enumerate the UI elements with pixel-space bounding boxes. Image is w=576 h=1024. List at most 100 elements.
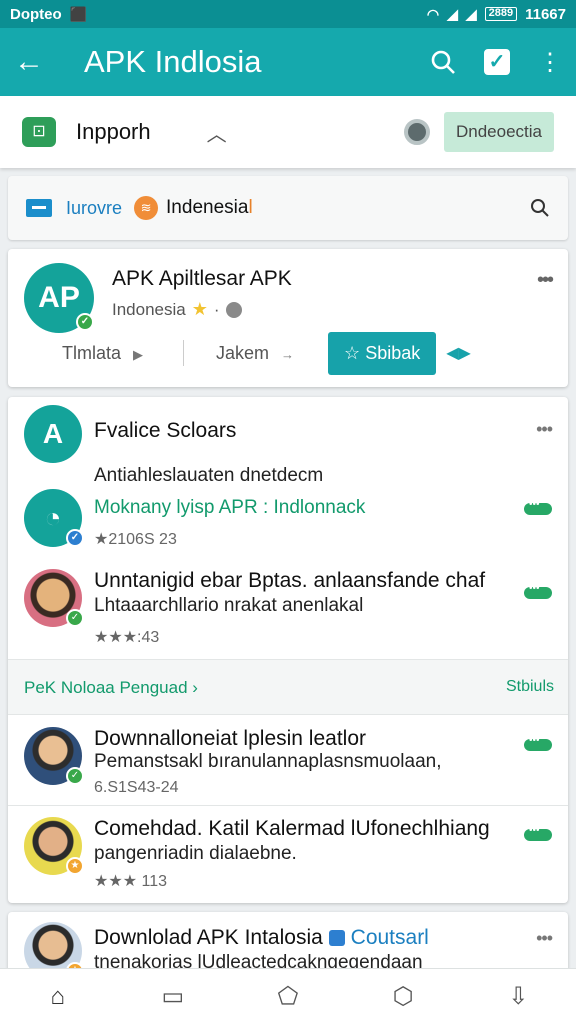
list-item[interactable]: ◔✓ Moknany lyisp APR : Indlonnack ★2106S…: [8, 489, 568, 559]
arrow-right-icon: →: [281, 346, 295, 362]
list-item[interactable]: ✓ Downnalloneiat lplesin leatlor Pemanst…: [8, 727, 568, 803]
card-icon: [26, 199, 52, 217]
more-options-icon[interactable]: [524, 735, 552, 751]
avatar: A: [24, 405, 82, 463]
tab-tlmlata[interactable]: Tlmlata ▶: [62, 343, 143, 364]
camera-icon[interactable]: [403, 119, 430, 145]
list-item-meta: 6.S1S43-24: [94, 779, 179, 796]
app-title: APK Apiltlesar APK: [112, 267, 292, 290]
list-item-title: Downlolad APK Intalosia Coutsarl: [94, 926, 429, 950]
chevron-up-icon[interactable]: ︿: [207, 118, 227, 147]
app-logo: AP ✓: [24, 263, 94, 333]
avatar: ✓: [24, 727, 84, 785]
app-list-card-partial: ★ Downlolad APK Intalosia Coutsarl ••• t…: [8, 912, 568, 972]
status-time: 11667: [525, 5, 566, 23]
verified-icon: [328, 930, 345, 946]
bottom-nav: ⌂ ▭ ⬠ ⬡ ⇩: [0, 968, 576, 1024]
section-link[interactable]: PeK Noloaa Penguad ›: [24, 678, 198, 698]
tab-jakem-label: Jakem: [216, 342, 270, 363]
more-options-icon[interactable]: •••: [537, 269, 554, 292]
battery-icon: 2889: [484, 7, 518, 21]
badge-icon: ✓: [66, 609, 84, 627]
subscribe-button[interactable]: ☆ Sbibak: [328, 331, 437, 375]
status-left-text: Dopteo: [10, 5, 62, 23]
tab-jakem[interactable]: Jakem →: [216, 343, 294, 364]
search-text-1: Iurovre: [66, 197, 123, 218]
more-options-icon[interactable]: [524, 583, 552, 599]
search-icon[interactable]: [430, 49, 456, 75]
list-item-line: Lhtaaarchllario nrakat anenlakal: [94, 595, 364, 616]
list-item-title: Moknany lyisp APR : Indlonnack: [94, 497, 366, 518]
share-icon[interactable]: ◀▶: [446, 343, 471, 363]
app-hero-card: AP ✓ APK Apiltlesar APK Indonesia ★ · ••…: [8, 249, 568, 387]
list-item-tag: Coutsarl: [350, 926, 429, 949]
avatar: ★: [24, 922, 84, 972]
list-item[interactable]: ✓ Unntanigid ebar Bptas. anlaansfande ch…: [8, 569, 568, 649]
divider: [8, 805, 568, 806]
list-item-meta: ★2106S 23: [94, 531, 177, 548]
search-icon[interactable]: [530, 198, 550, 218]
checkbox-icon[interactable]: ✓: [484, 49, 510, 75]
list-item-title: Fvalice Scloars: [94, 419, 237, 442]
list-item-meta: ★★★:43: [94, 629, 160, 646]
more-vert-icon[interactable]: ⋮: [538, 48, 562, 77]
notification-icon: ⬛: [69, 5, 88, 22]
tab-tlmlata-label: Tlmlata: [62, 342, 122, 363]
avatar: ◔ ✓: [24, 489, 84, 547]
filter-label[interactable]: Inpporh: [76, 119, 151, 145]
page-title: APK Indlosia: [84, 44, 262, 79]
square-icon[interactable]: ▭: [153, 982, 193, 1011]
signal-icon: ◢: [447, 5, 458, 22]
list-item[interactable]: ★ Downlolad APK Intalosia Coutsarl ••• t…: [8, 922, 568, 972]
badge-icon: ✓: [66, 767, 84, 785]
language-button[interactable]: Dndeoectia: [443, 112, 554, 152]
list-item-line: Antiahleslauaten dnetdecm: [94, 465, 324, 486]
dot-separator: ·: [213, 299, 220, 319]
info-icon: [225, 301, 242, 318]
inbox-icon[interactable]: ⇩: [498, 982, 538, 1011]
divider: [183, 340, 185, 366]
list-item-title: Unntanigid ebar Bptas. anlaansfande chaf: [94, 569, 486, 592]
section-header: PeK Noloaa Penguad › Stbiuls: [8, 659, 568, 715]
badge-icon: ★: [66, 857, 84, 875]
signal2-icon: ◢: [465, 5, 477, 22]
star-icon: ★: [191, 299, 208, 319]
app-subtitle-text: Indonesia: [112, 299, 186, 319]
avatar: ★: [24, 817, 84, 875]
more-options-icon[interactable]: [524, 499, 552, 515]
list-item-meta: ★★★ 113: [94, 873, 167, 890]
back-arrow-icon[interactable]: ←: [14, 45, 60, 79]
search-text-2: Indenesial: [166, 197, 253, 219]
app-list-card: A Fvalice Scloars ••• Antiahleslauaten d…: [8, 397, 568, 903]
tag-icon[interactable]: ⬠: [268, 982, 308, 1011]
search-bar[interactable]: Iurovre ≋ Indenesial: [8, 176, 568, 240]
list-item-title-text: Downlolad APK Intalosia: [94, 926, 323, 949]
app-subtitle: Indonesia ★ ·: [112, 299, 242, 320]
list-item-line: pangenriadin dialaebne.: [94, 843, 297, 864]
filter-bar: ⊡ Inpporh ︿ Dndeoectia: [0, 96, 576, 168]
status-bar: Dopteo ⬛ ◠ ◢ ◢ 2889 11667: [0, 0, 576, 28]
more-options-icon[interactable]: •••: [536, 928, 553, 949]
play-icon: ▶: [133, 346, 144, 362]
avatar: ✓: [24, 569, 84, 627]
badge-icon: ≋: [134, 196, 159, 220]
list-item-title: Comehdad. Katil Kalermad lUfonechlhiang: [94, 817, 490, 840]
star-outline-icon: ☆: [344, 342, 361, 363]
verified-badge-icon: ✓: [76, 313, 94, 331]
badge-icon: ✓: [66, 529, 84, 547]
search-text-2-suffix: l: [248, 197, 253, 218]
home-icon[interactable]: ⌂: [38, 983, 78, 1011]
bookmark-icon[interactable]: ⬡: [383, 982, 423, 1011]
section-more-link[interactable]: Stbiuls: [506, 678, 554, 696]
subscribe-button-label: Sbibak: [365, 342, 421, 363]
search-text-2-main: Indenesia: [166, 197, 249, 218]
app-logo-text: AP: [38, 281, 80, 314]
more-options-icon[interactable]: [524, 825, 552, 841]
list-item[interactable]: ★ Comehdad. Katil Kalermad lUfonechlhian…: [8, 817, 568, 893]
app-bar: ← APK Indlosia ✓ ⋮: [0, 28, 576, 96]
wifi-icon: ◠: [426, 5, 440, 22]
plugin-icon: ⊡: [22, 117, 56, 147]
more-options-icon[interactable]: •••: [536, 419, 553, 440]
hero-actions: Tlmlata ▶ Jakem → ☆ Sbibak ◀▶: [8, 331, 568, 375]
list-item-title: Downnalloneiat lplesin leatlor: [94, 727, 366, 750]
